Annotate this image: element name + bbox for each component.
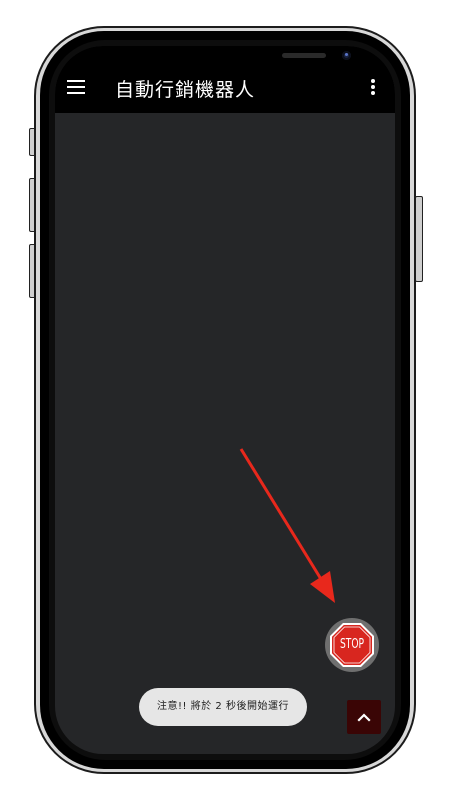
stop-button-label: STOP — [339, 637, 365, 652]
scroll-to-top-button[interactable] — [347, 700, 381, 734]
device-mockup: 自動行銷機器人 STOP 注意!! 將於 2 秒後開始運行 — [0, 0, 450, 802]
notch — [137, 46, 351, 74]
app-screen: 自動行銷機器人 STOP 注意!! 將於 2 秒後開始運行 — [55, 46, 395, 754]
speaker-grille — [282, 53, 326, 58]
chevron-up-icon — [357, 713, 371, 722]
app-title: 自動行銷機器人 — [115, 79, 256, 101]
hamburger-menu-icon[interactable] — [67, 80, 85, 94]
front-camera — [342, 51, 351, 60]
toast-message: 注意!! 將於 2 秒後開始運行 — [139, 688, 307, 726]
power-button — [415, 196, 423, 282]
stop-button[interactable]: STOP — [325, 618, 379, 672]
more-vert-icon[interactable] — [369, 79, 377, 97]
